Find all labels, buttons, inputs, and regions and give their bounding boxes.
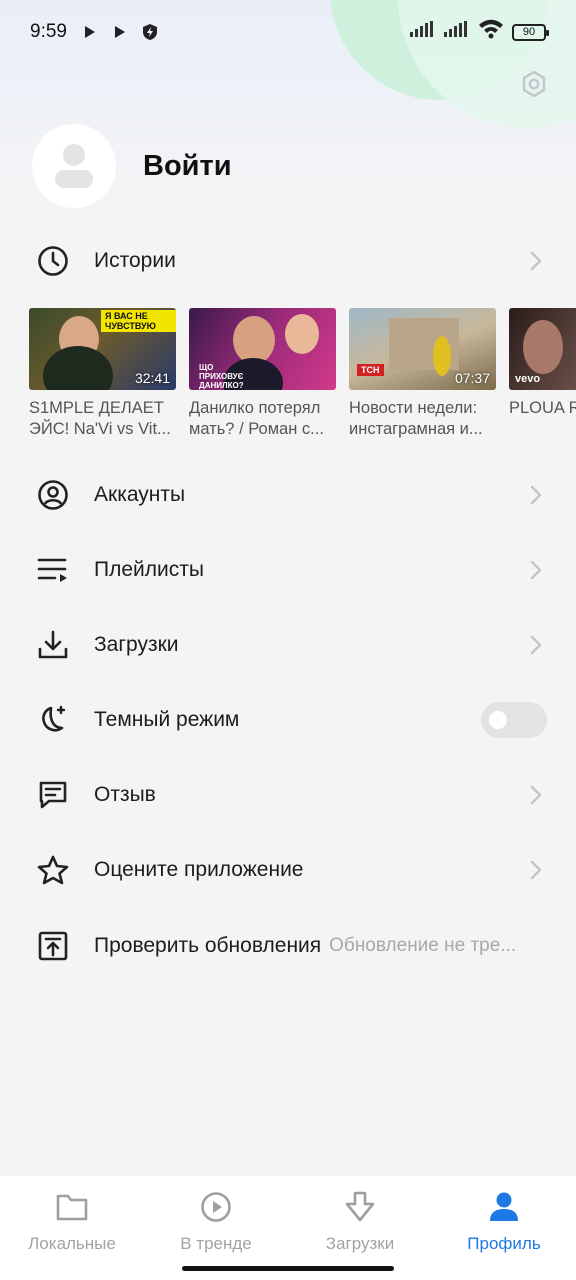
menu-item-label: Темный режим bbox=[94, 708, 240, 731]
clock-icon bbox=[36, 244, 70, 278]
nav-tab-label: Локальные bbox=[28, 1234, 116, 1253]
menu-item-label: Аккаунты bbox=[94, 483, 186, 506]
video-thumbnail: Я ВАС НЕ ЧУВСТВУЮ 32:41 bbox=[29, 308, 176, 390]
star-icon bbox=[36, 853, 70, 887]
chevron-right-icon bbox=[526, 635, 546, 655]
thumbnail-banner: ТСН bbox=[357, 364, 384, 376]
video-thumbnail: ЩО ПРИХОВУЄ ДАНИЛКО? bbox=[189, 308, 336, 390]
thumbnail-person bbox=[433, 336, 451, 376]
login-button[interactable]: Войти bbox=[143, 150, 232, 183]
thumbnail-banner: ЩО ПРИХОВУЄ ДАНИЛКО? bbox=[199, 363, 244, 390]
nav-tab-downloads[interactable]: Загрузки bbox=[288, 1176, 432, 1280]
play-circle-icon bbox=[199, 1190, 233, 1224]
folder-icon bbox=[55, 1190, 89, 1224]
battery-icon: 90 bbox=[512, 23, 549, 41]
person-icon bbox=[487, 1190, 521, 1224]
thumbnail-banner: Я ВАС НЕ ЧУВСТВУЮ bbox=[101, 310, 176, 332]
menu-item-dark-mode: Темный режим bbox=[0, 684, 576, 756]
nav-tab-label: В тренде bbox=[180, 1234, 252, 1253]
video-thumbnail: vevo bbox=[509, 308, 576, 390]
shield-icon bbox=[139, 21, 161, 43]
menu-item-label: Истории bbox=[94, 249, 176, 272]
chevron-right-icon bbox=[526, 785, 546, 805]
chevron-right-icon bbox=[526, 860, 546, 880]
menu-item-label: Отзыв bbox=[94, 783, 156, 806]
thumbnail-person-body bbox=[43, 346, 113, 390]
video-title: PLOUA R PANZER bbox=[509, 399, 576, 417]
thumbnail-person bbox=[285, 314, 319, 354]
menu-item-feedback[interactable]: Отзыв bbox=[0, 759, 576, 831]
user-placeholder-icon bbox=[55, 144, 93, 188]
history-video-card[interactable]: ТСН 07:37 Новости недели: инстаграмная и… bbox=[349, 308, 496, 448]
video-title: Новости недели: инстаграмная и... bbox=[349, 399, 483, 438]
video-thumbnail: ТСН 07:37 bbox=[349, 308, 496, 390]
play-notification-icon bbox=[109, 21, 131, 43]
play-notification-icon bbox=[79, 21, 101, 43]
download-arrow-icon bbox=[343, 1190, 377, 1224]
menu-item-label: Загрузки bbox=[94, 633, 179, 656]
video-title: S1MPLE ДЕЛАЕТ ЭЙС! Na'Vi vs Vit... bbox=[29, 399, 171, 438]
signal-icon bbox=[444, 21, 470, 43]
update-icon bbox=[36, 929, 70, 963]
gear-icon bbox=[522, 70, 546, 98]
menu-item-history[interactable]: Истории bbox=[0, 225, 576, 297]
bottom-navigation: Локальные В тренде Загрузки Профиль bbox=[0, 1176, 576, 1280]
history-carousel[interactable]: Я ВАС НЕ ЧУВСТВУЮ 32:41 S1MPLE ДЕЛАЕТ ЭЙ… bbox=[29, 308, 576, 448]
status-bar: 9:59 90 bbox=[0, 0, 576, 64]
feedback-icon bbox=[36, 778, 70, 812]
chevron-right-icon bbox=[526, 251, 546, 271]
video-duration: 32:41 bbox=[134, 370, 170, 386]
menu-item-playlists[interactable]: Плейлисты bbox=[0, 534, 576, 606]
profile-header[interactable]: Войти bbox=[32, 124, 232, 208]
settings-button[interactable] bbox=[516, 66, 552, 102]
home-indicator[interactable] bbox=[182, 1266, 394, 1271]
account-circle-icon bbox=[36, 478, 70, 512]
thumbnail-person bbox=[523, 320, 563, 374]
history-video-card[interactable]: ЩО ПРИХОВУЄ ДАНИЛКО? Данилко потерял мат… bbox=[189, 308, 336, 448]
video-duration: 07:37 bbox=[454, 370, 490, 386]
nav-tab-label: Профиль bbox=[467, 1234, 541, 1253]
nav-tab-profile[interactable]: Профиль bbox=[432, 1176, 576, 1280]
toggle-knob bbox=[489, 711, 507, 729]
menu-item-check-updates[interactable]: Проверить обновления Обновление не тре..… bbox=[0, 910, 576, 982]
menu-item-label: Оцените приложение bbox=[94, 858, 304, 881]
status-time: 9:59 bbox=[30, 21, 67, 42]
history-video-card[interactable]: Я ВАС НЕ ЧУВСТВУЮ 32:41 S1MPLE ДЕЛАЕТ ЭЙ… bbox=[29, 308, 176, 448]
chevron-right-icon bbox=[526, 485, 546, 505]
menu-item-rate-app[interactable]: Оцените приложение bbox=[0, 834, 576, 906]
chevron-right-icon bbox=[526, 560, 546, 580]
video-title: Данилко потерял мать? / Роман с... bbox=[189, 399, 324, 438]
nav-tab-label: Загрузки bbox=[325, 1234, 395, 1253]
menu-item-accounts[interactable]: Аккаунты bbox=[0, 459, 576, 531]
thumbnail-person bbox=[233, 316, 275, 364]
nav-tab-local[interactable]: Локальные bbox=[0, 1176, 144, 1280]
menu-item-label: Проверить обновления bbox=[94, 934, 322, 957]
download-icon bbox=[36, 628, 70, 662]
history-video-card[interactable]: vevo PLOUA R PANZER bbox=[509, 308, 576, 448]
menu-item-label: Плейлисты bbox=[94, 558, 204, 581]
dark-mode-toggle[interactable] bbox=[481, 702, 547, 738]
moon-icon bbox=[36, 703, 70, 737]
playlist-icon bbox=[36, 553, 70, 587]
update-status-text: Обновление не тре... bbox=[329, 935, 517, 956]
menu-item-downloads[interactable]: Загрузки bbox=[0, 609, 576, 681]
signal-icon bbox=[410, 21, 436, 43]
nav-tab-trending[interactable]: В тренде bbox=[144, 1176, 288, 1280]
avatar[interactable] bbox=[32, 124, 116, 208]
vevo-logo: vevo bbox=[515, 373, 541, 385]
wifi-icon bbox=[478, 19, 504, 45]
